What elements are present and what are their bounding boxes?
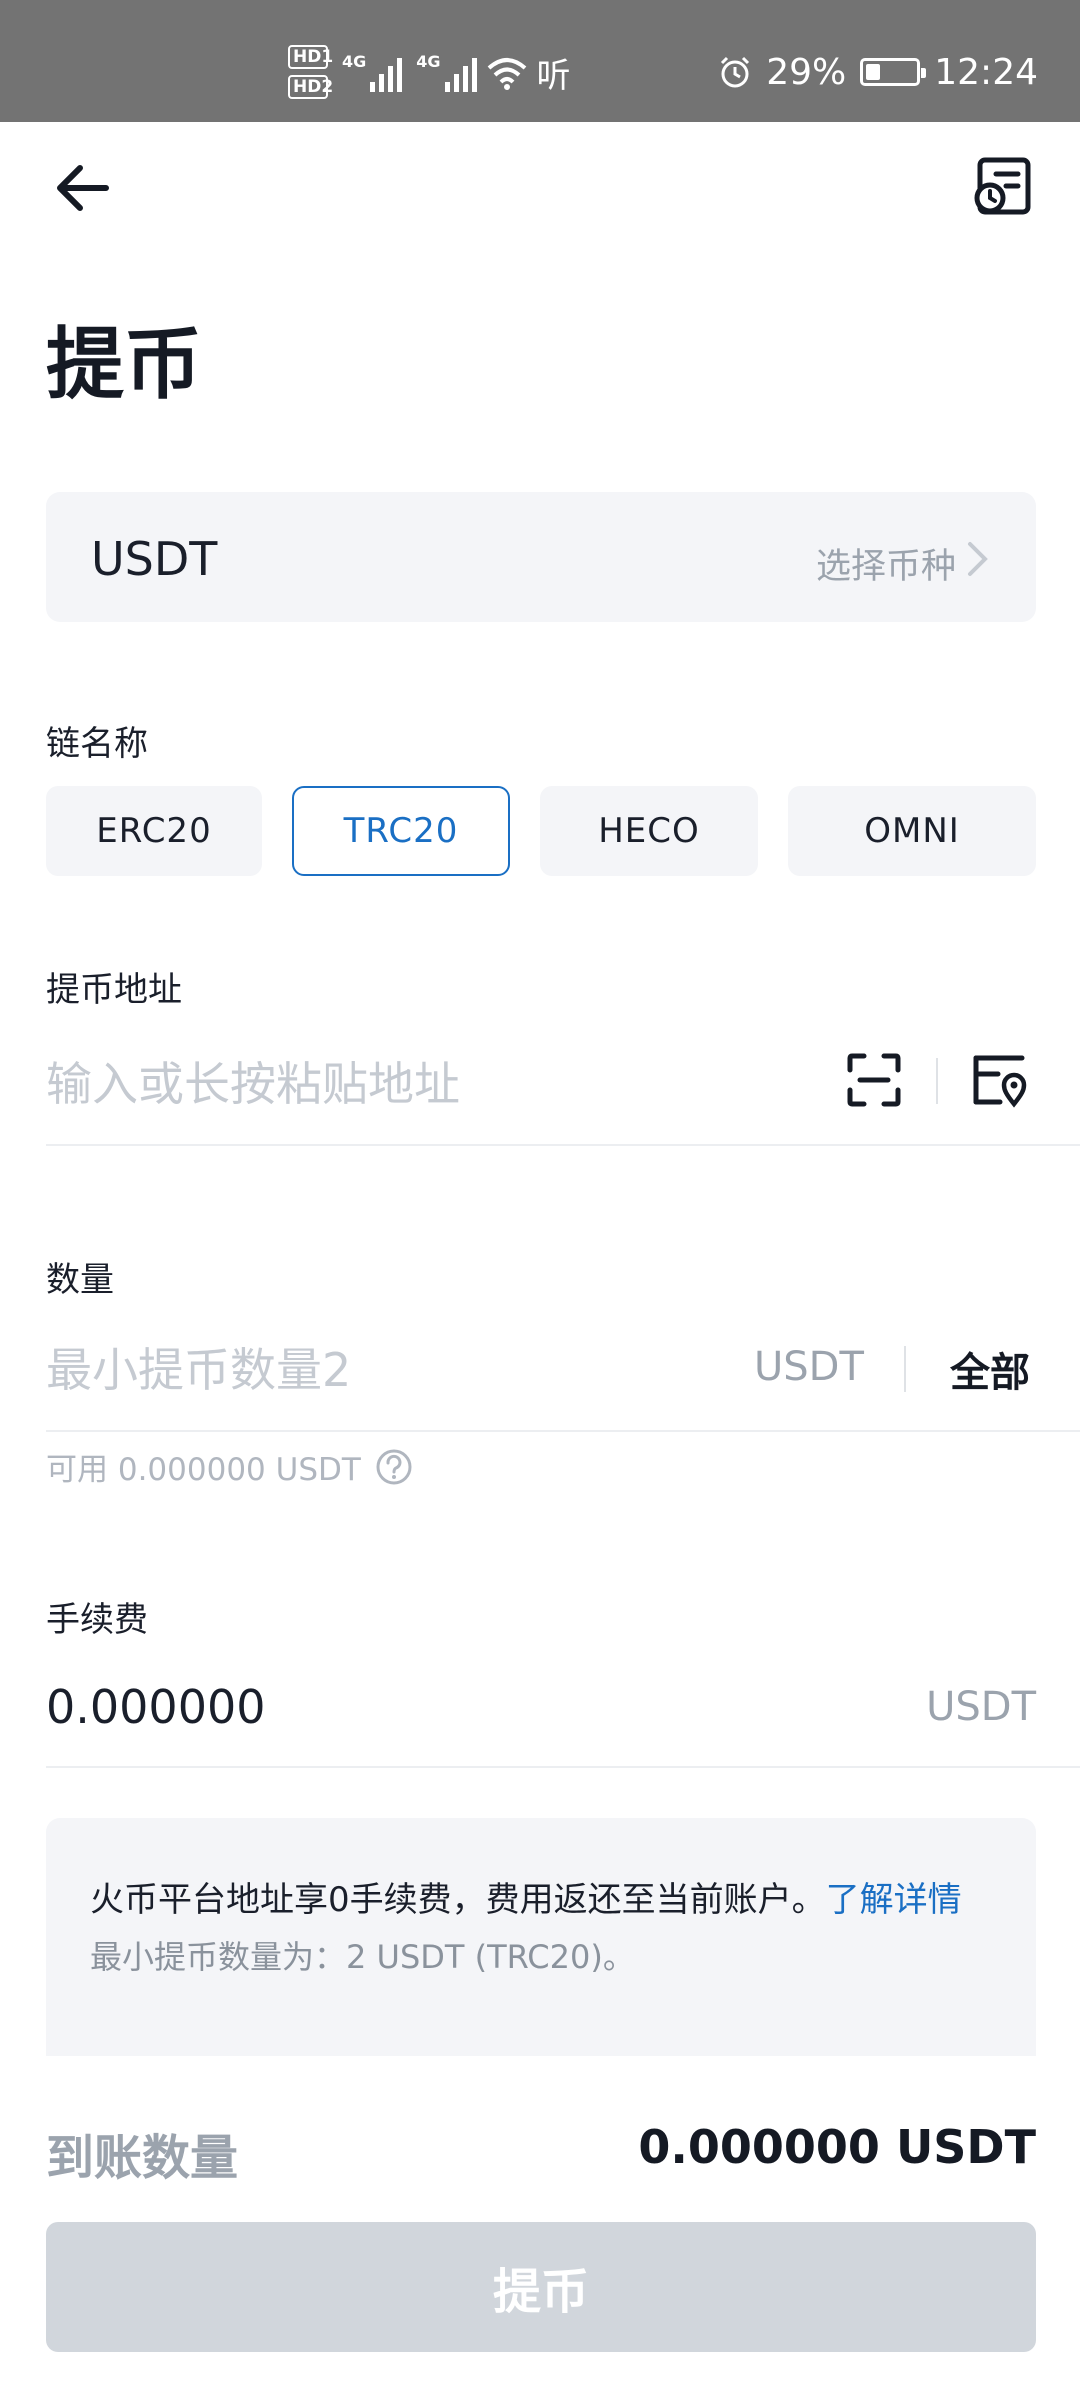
chevron-right-icon bbox=[968, 542, 988, 576]
signal-1-icon: 4G bbox=[342, 52, 403, 92]
amount-input[interactable] bbox=[46, 1330, 706, 1410]
address-input[interactable] bbox=[46, 1044, 826, 1124]
chain-option-trc20[interactable]: TRC20 bbox=[292, 786, 510, 876]
wifi-icon bbox=[487, 58, 526, 90]
hd-indicators: HD1 HD2 bbox=[288, 45, 333, 99]
hd1-badge: HD1 bbox=[288, 45, 333, 69]
help-question-icon[interactable] bbox=[375, 1448, 413, 1486]
scan-qr-icon[interactable] bbox=[846, 1052, 902, 1108]
battery-percent: 29% bbox=[766, 51, 847, 93]
amount-underline bbox=[46, 1430, 1080, 1432]
receive-amount-value: 0.000000 USDT bbox=[638, 2120, 1036, 2174]
learn-more-link[interactable]: 了解详情 bbox=[826, 1880, 962, 1920]
net2-label: 4G bbox=[416, 52, 441, 71]
alarm-icon bbox=[721, 56, 750, 88]
amount-unit: USDT bbox=[754, 1344, 864, 1390]
page-title: 提币 bbox=[46, 320, 203, 410]
hd2-badge: HD2 bbox=[288, 75, 333, 99]
amount-label: 数量 bbox=[46, 1260, 114, 1300]
chain-option-omni[interactable]: OMNI bbox=[788, 786, 1036, 876]
status-bar: HD1 HD2 4G 4G 听 29% 12:24 bbox=[0, 0, 1080, 122]
ting-app-icon: 听 bbox=[536, 55, 571, 96]
receive-amount-label: 到账数量 bbox=[46, 2130, 239, 2186]
net1-label: 4G bbox=[342, 52, 367, 71]
battery-icon bbox=[860, 58, 927, 86]
fee-notice-box: 火币平台地址享0手续费，费用返还至当前账户。了解详情 最小提币数量为：2 USD… bbox=[46, 1818, 1036, 2056]
withdraw-submit-button[interactable]: 提币 bbox=[46, 2222, 1036, 2352]
amount-divider bbox=[904, 1346, 906, 1392]
address-divider bbox=[936, 1058, 938, 1104]
min-withdraw-text: 最小提币数量为：2 USDT (TRC20)。 bbox=[90, 1938, 635, 1976]
back-arrow-icon[interactable] bbox=[52, 160, 116, 216]
chain-option-erc20[interactable]: ERC20 bbox=[46, 786, 262, 876]
status-left: HD1 HD2 4G 4G 听 bbox=[288, 44, 571, 100]
select-coin-hint: 选择币种 bbox=[815, 547, 956, 587]
address-book-icon[interactable] bbox=[970, 1052, 1028, 1108]
fee-label: 手续费 bbox=[46, 1600, 148, 1640]
available-balance: 可用 0.000000 USDT bbox=[46, 1444, 413, 1489]
chain-label: 链名称 bbox=[46, 724, 148, 764]
withdraw-history-icon[interactable] bbox=[972, 156, 1034, 218]
fee-value: 0.000000 bbox=[46, 1680, 266, 1734]
withdraw-all-button[interactable]: 全部 bbox=[950, 1340, 1030, 1398]
status-right: 29% 12:24 bbox=[718, 51, 1038, 93]
clock: 12:24 bbox=[934, 51, 1038, 93]
chain-option-heco[interactable]: HECO bbox=[540, 786, 758, 876]
fee-underline bbox=[46, 1766, 1080, 1768]
fee-unit: USDT bbox=[926, 1684, 1036, 1730]
notice-main-text: 火币平台地址享0手续费，费用返还至当前账户。 bbox=[90, 1880, 826, 1920]
address-label: 提币地址 bbox=[46, 970, 182, 1010]
available-text: 可用 0.000000 USDT bbox=[46, 1452, 361, 1488]
coin-selector[interactable]: USDT 选择币种 bbox=[46, 492, 1036, 622]
notice-main: 火币平台地址享0手续费，费用返还至当前账户。了解详情 bbox=[90, 1872, 992, 1928]
coin-name: USDT bbox=[91, 532, 218, 586]
address-underline bbox=[46, 1144, 1080, 1146]
signal-2-icon: 4G bbox=[416, 52, 477, 92]
